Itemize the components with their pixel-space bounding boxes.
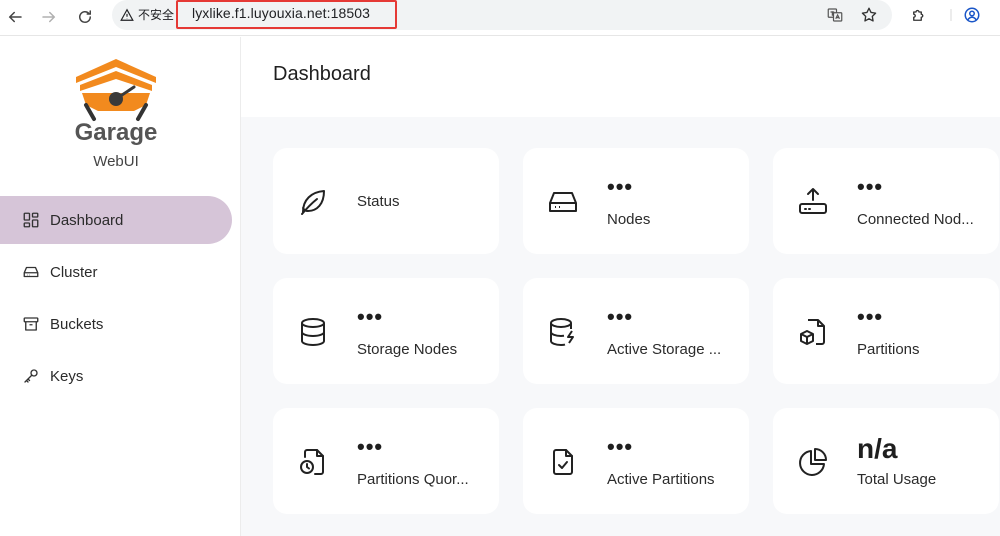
garage-logo-icon bbox=[76, 59, 156, 121]
sidebar-item-label: Dashboard bbox=[50, 211, 124, 229]
forward-button[interactable] bbox=[36, 4, 62, 30]
database-zap-icon bbox=[547, 316, 579, 348]
dashboard-grid: Status ••• Nodes ••• Connected Nod... ••… bbox=[241, 117, 1000, 536]
hard-drive-icon bbox=[547, 186, 579, 218]
card-label: Connected Nod... bbox=[857, 211, 974, 228]
storage-nodes-card: ••• Storage Nodes bbox=[273, 278, 499, 384]
total-usage-card: n/a Total Usage bbox=[773, 408, 999, 514]
sidebar-item-label: Cluster bbox=[50, 263, 98, 281]
file-clock-icon bbox=[297, 446, 329, 478]
connected-nodes-card: ••• Connected Nod... bbox=[773, 148, 999, 254]
upload-drive-icon bbox=[797, 186, 829, 218]
reload-button[interactable] bbox=[72, 4, 98, 30]
card-label: Active Partitions bbox=[607, 471, 715, 488]
partitions-card: ••• Partitions bbox=[773, 278, 999, 384]
star-icon bbox=[861, 7, 877, 22]
translate-button[interactable] bbox=[824, 4, 846, 26]
extensions-button[interactable] bbox=[908, 4, 930, 26]
profile-button[interactable] bbox=[961, 4, 983, 26]
card-value: ••• bbox=[857, 174, 884, 199]
card-label: Partitions Quor... bbox=[357, 471, 469, 488]
profile-icon bbox=[964, 7, 980, 23]
active-storage-card: ••• Active Storage ... bbox=[523, 278, 749, 384]
file-box-icon bbox=[797, 316, 829, 348]
translate-icon bbox=[827, 8, 843, 22]
brand-subtitle: WebUI bbox=[93, 153, 139, 170]
card-value: ••• bbox=[607, 304, 634, 329]
security-indicator[interactable]: 不安全 bbox=[120, 6, 174, 23]
sidebar-item-buckets[interactable]: Buckets bbox=[0, 300, 232, 348]
archive-icon bbox=[23, 317, 39, 331]
reload-icon bbox=[79, 10, 91, 23]
arrow-right-icon bbox=[42, 11, 56, 23]
leaf-icon bbox=[297, 186, 329, 218]
puzzle-icon bbox=[913, 9, 924, 21]
url-text[interactable]: lyxlike.f1.luyouxia.net:18503 bbox=[192, 5, 370, 21]
menu-divider bbox=[940, 4, 962, 26]
file-check-icon bbox=[547, 446, 579, 478]
card-label: Storage Nodes bbox=[357, 341, 458, 358]
sidebar-item-label: Keys bbox=[50, 367, 84, 385]
card-label: Nodes bbox=[607, 211, 651, 228]
page-title: Dashboard bbox=[273, 63, 371, 85]
sidebar-item-cluster[interactable]: Cluster bbox=[0, 248, 232, 296]
warning-icon bbox=[120, 8, 134, 21]
browser-toolbar: 不安全 lyxlike.f1.luyouxia.net:18503 bbox=[0, 0, 1000, 36]
card-label: Active Storage ... bbox=[607, 341, 722, 358]
database-icon bbox=[297, 316, 329, 348]
card-value: n/a bbox=[857, 433, 898, 464]
security-label: 不安全 bbox=[138, 8, 175, 22]
card-value: ••• bbox=[607, 174, 634, 199]
partitions-quorum-card: ••• Partitions Quor... bbox=[273, 408, 499, 514]
card-value: ••• bbox=[607, 434, 634, 459]
active-partitions-card: ••• Active Partitions bbox=[523, 408, 749, 514]
card-label: Status bbox=[357, 193, 400, 210]
card-value: ••• bbox=[857, 304, 884, 329]
arrow-left-icon bbox=[8, 11, 22, 23]
sidebar-item-label: Buckets bbox=[50, 315, 104, 333]
key-icon bbox=[24, 369, 38, 383]
page-header: Dashboard bbox=[241, 37, 1000, 117]
dashboard-icon bbox=[23, 212, 39, 228]
pie-chart-icon bbox=[797, 446, 829, 478]
card-value: ••• bbox=[357, 304, 384, 329]
status-card: Status bbox=[273, 148, 499, 254]
sidebar: Garage WebUI Dashboard Cluster Buckets K… bbox=[0, 37, 241, 536]
card-value: ••• bbox=[357, 434, 384, 459]
nodes-card: ••• Nodes bbox=[523, 148, 749, 254]
back-button[interactable] bbox=[2, 4, 28, 30]
sidebar-item-keys[interactable]: Keys bbox=[0, 352, 232, 400]
card-label: Partitions bbox=[857, 341, 920, 358]
sidebar-item-dashboard[interactable]: Dashboard bbox=[0, 196, 232, 244]
drive-icon bbox=[23, 266, 39, 278]
brand-name: Garage bbox=[74, 119, 158, 146]
bookmark-button[interactable] bbox=[858, 4, 880, 26]
divider-icon bbox=[950, 9, 952, 21]
card-label: Total Usage bbox=[857, 471, 937, 488]
